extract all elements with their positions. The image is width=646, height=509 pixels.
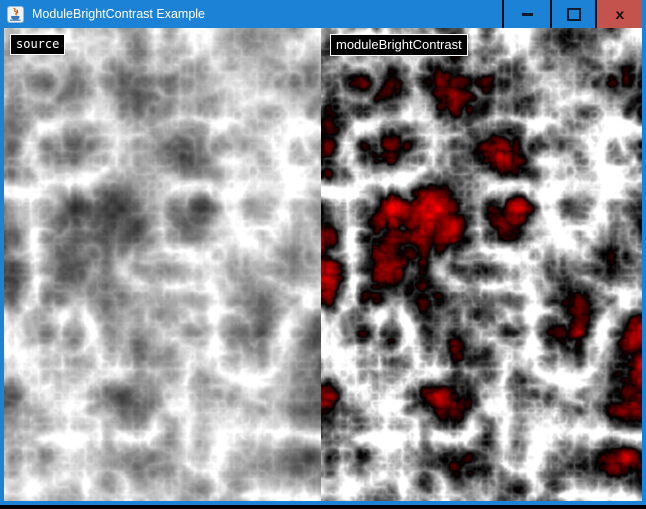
window-controls: x [502,0,642,28]
app-window: ModuleBrightContrast Example x source [0,0,646,505]
brightcontrast-panel: moduleBrightContrast [321,28,642,501]
maximize-button[interactable] [552,0,595,28]
window-title: ModuleBrightContrast Example [32,0,502,28]
source-panel: source [4,28,321,501]
minimize-icon [522,13,533,16]
java-coffee-cup-icon[interactable] [7,6,24,23]
titlebar[interactable]: ModuleBrightContrast Example x [0,0,646,28]
close-icon: x [615,7,624,21]
brightcontrast-noise-image [321,28,642,501]
minimize-button[interactable] [504,0,550,28]
maximize-icon [567,8,581,21]
source-noise-image [4,28,321,501]
window-content: source moduleBrightContrast [4,28,642,501]
close-button[interactable]: x [597,0,642,28]
source-label: source [10,34,65,55]
brightcontrast-label: moduleBrightContrast [330,34,468,56]
desktop-background: ModuleBrightContrast Example x source [0,0,646,509]
